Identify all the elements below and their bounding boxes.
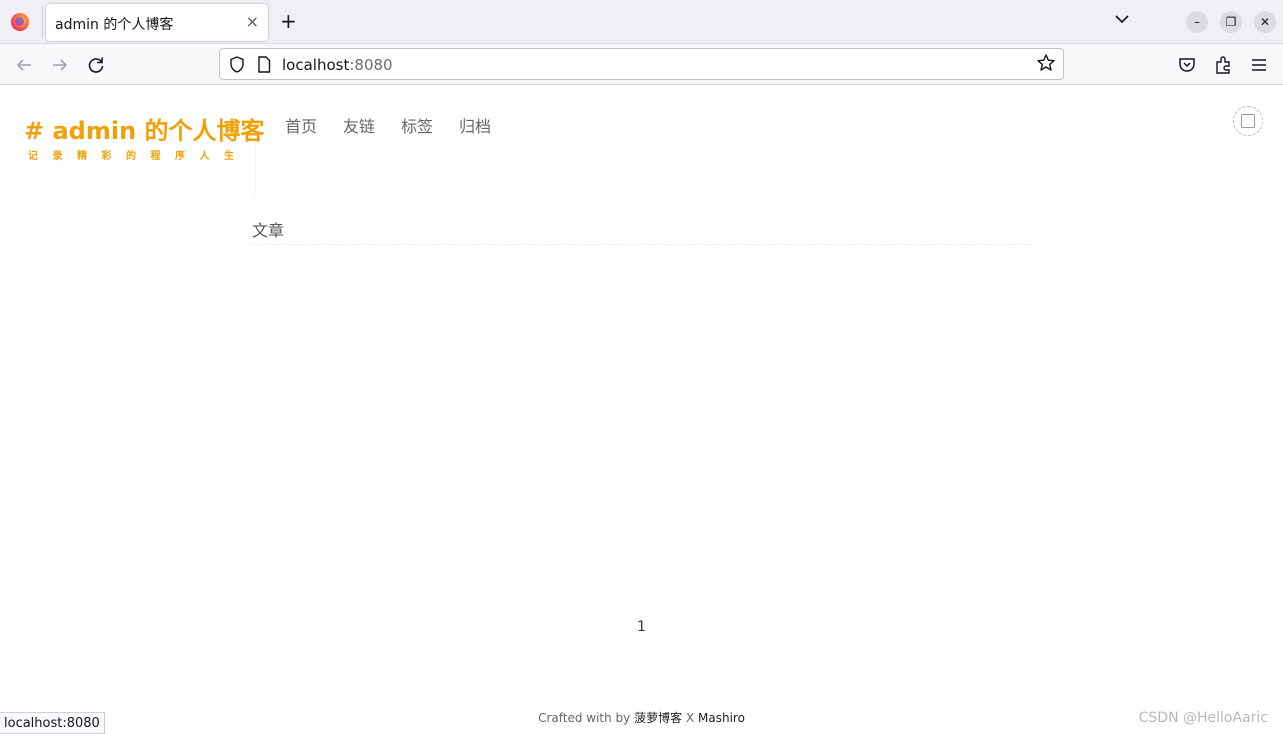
pagination-current[interactable]: 1 [637, 619, 646, 635]
extensions-icon[interactable] [1212, 54, 1234, 76]
site-nav: 首页 友链 标签 归档 [285, 113, 491, 137]
nav-item-archive[interactable]: 归档 [459, 113, 491, 137]
nav-item-home[interactable]: 首页 [285, 113, 317, 137]
section-title: 文章 [252, 221, 285, 240]
tab-separator [42, 6, 43, 38]
url-port: :8080 [349, 56, 393, 74]
restore-button[interactable]: ❐ [1220, 11, 1242, 33]
url-text[interactable]: localhost:8080 [282, 56, 393, 74]
site-logo[interactable]: # admin 的个人博客 记录精彩的程序人生 [24, 111, 265, 162]
section-divider [252, 244, 1032, 245]
shield-icon[interactable] [229, 56, 245, 73]
footer: Crafted with by 菠萝博客 X Mashiro [0, 709, 1283, 726]
footer-prefix: Crafted with by [538, 711, 631, 725]
page-icon[interactable] [257, 56, 271, 73]
menu-icon[interactable] [1248, 54, 1270, 76]
star-icon[interactable] [1036, 53, 1056, 73]
tab-title: admin 的个人博客 [55, 17, 174, 33]
back-icon[interactable] [13, 54, 35, 76]
active-tab[interactable]: admin 的个人博客 × [46, 4, 268, 41]
reload-icon[interactable] [85, 54, 107, 76]
footer-theme-link[interactable]: Mashiro [698, 711, 745, 725]
watermark: CSDN @HelloAaric [1138, 710, 1268, 726]
url-host: localhost [282, 56, 350, 74]
footer-blog-link[interactable]: 菠萝博客 [634, 711, 682, 725]
logo-subtitle: 记录精彩的程序人生 [28, 151, 249, 162]
new-tab-button[interactable]: + [280, 10, 297, 32]
divider [255, 143, 256, 195]
status-bar: localhost:8080 [0, 712, 105, 734]
chevron-down-icon[interactable] [1115, 12, 1129, 26]
url-bar[interactable]: localhost:8080 [219, 48, 1064, 80]
close-window-button[interactable]: ✕ [1254, 11, 1276, 33]
nav-item-tags[interactable]: 标签 [401, 113, 433, 137]
image-placeholder-icon [1241, 114, 1255, 128]
page-content: # admin 的个人博客 记录精彩的程序人生 首页 友链 标签 归档 文章 1… [0, 85, 1283, 734]
firefox-icon[interactable] [11, 13, 29, 31]
pocket-icon[interactable] [1176, 54, 1198, 76]
logo-title: # admin 的个人博客 [24, 117, 265, 145]
forward-icon[interactable] [49, 54, 71, 76]
tab-strip: admin 的个人博客 × + – ❐ ✕ [0, 0, 1283, 44]
footer-separator: X [685, 711, 695, 725]
avatar[interactable] [1233, 106, 1263, 136]
tab-close-icon[interactable]: × [246, 12, 259, 32]
navigation-toolbar: localhost:8080 [0, 44, 1283, 85]
nav-item-links[interactable]: 友链 [343, 113, 375, 137]
minimize-button[interactable]: – [1186, 11, 1208, 33]
